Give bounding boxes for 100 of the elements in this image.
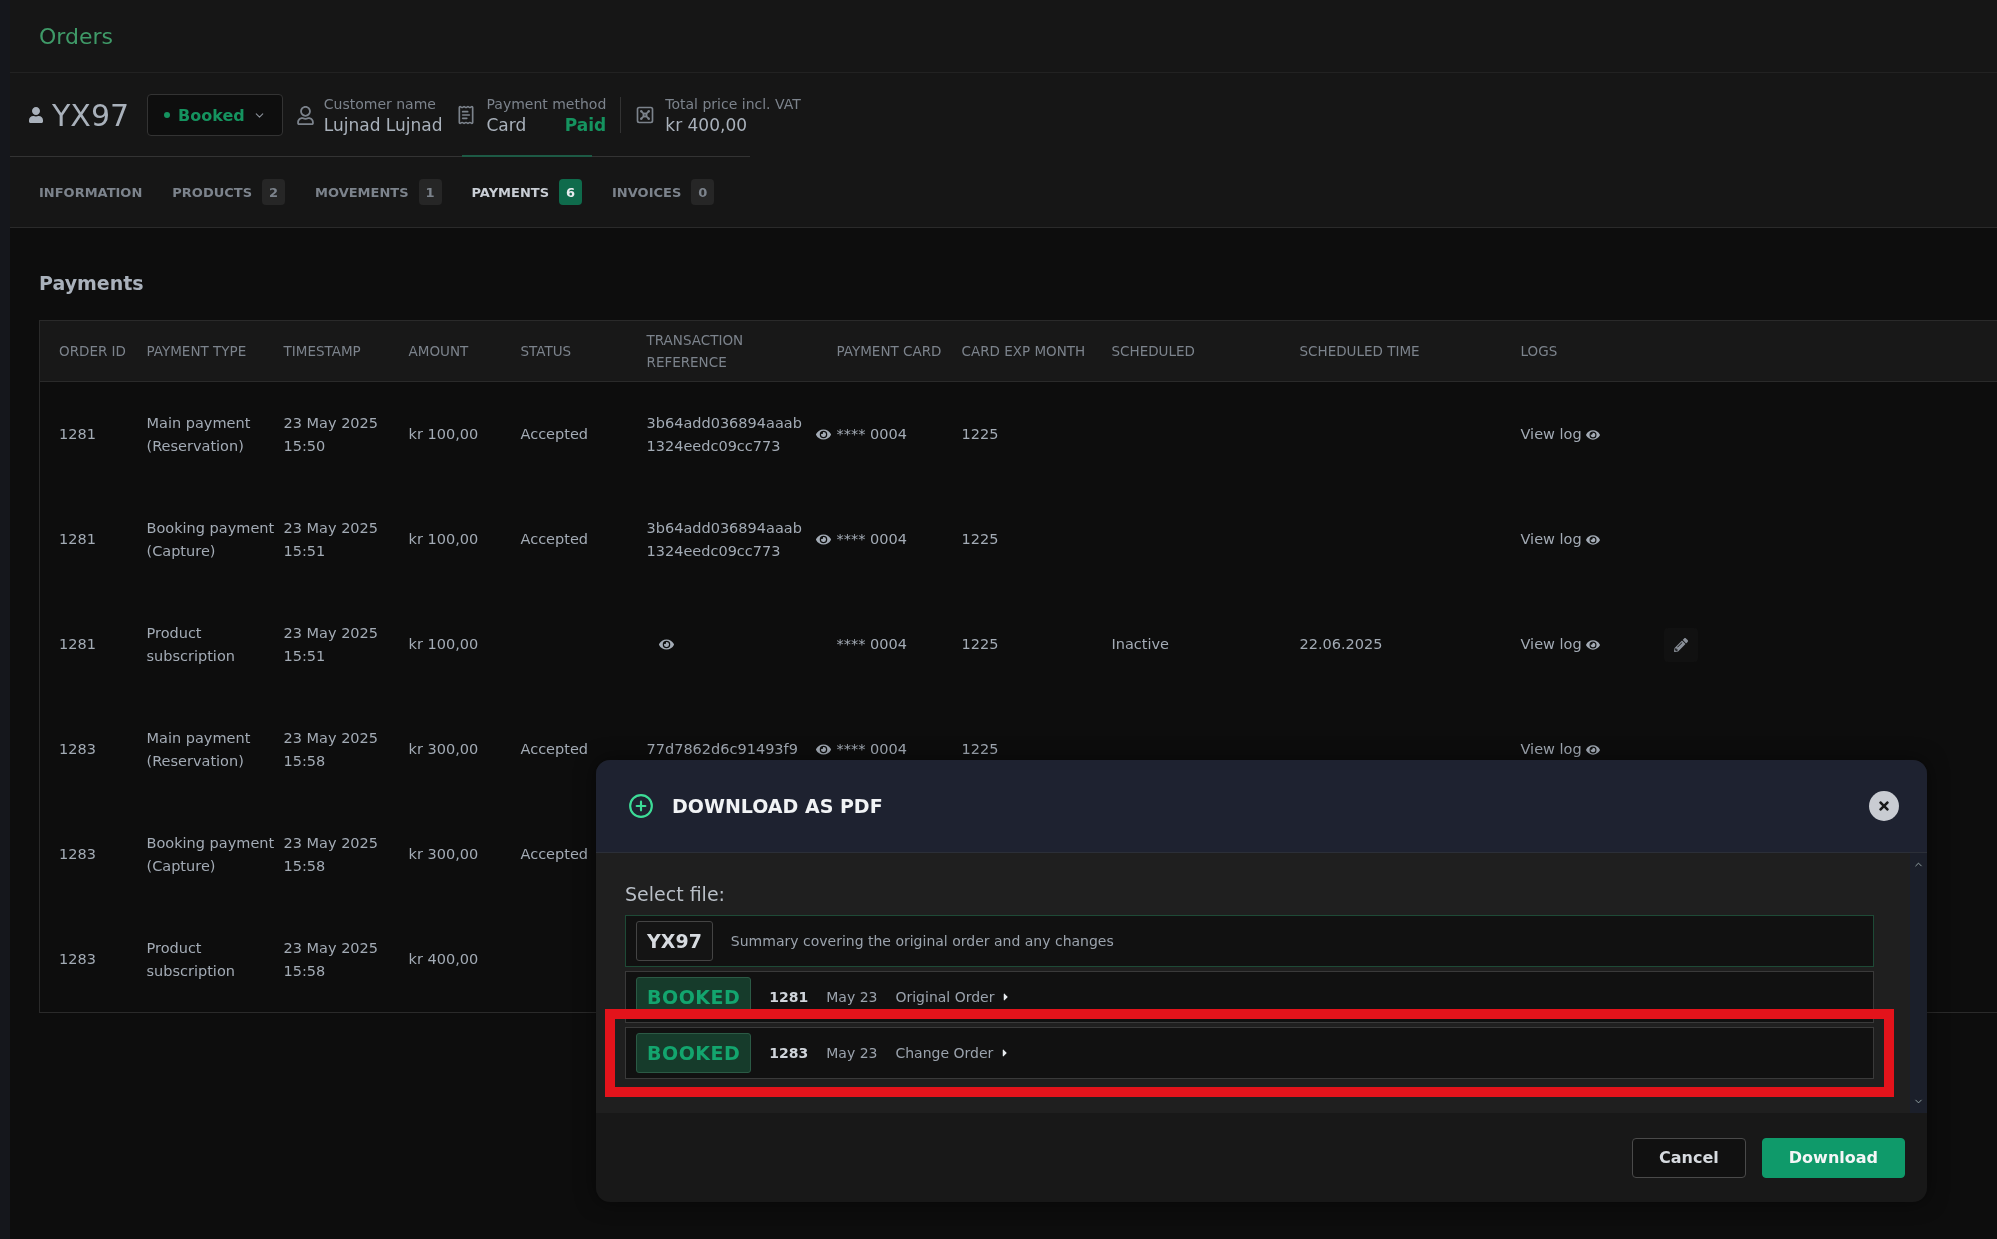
table-cell: 1281 — [59, 426, 96, 442]
table-cell-text: Main payment (Reservation) — [146, 413, 252, 456]
table-cell: Inactive — [1111, 636, 1170, 652]
column-header: AMOUNT — [408, 342, 469, 361]
column-header: TRANSACTION REFERENCE — [646, 331, 745, 372]
cancel-button[interactable]: Cancel — [1632, 1137, 1746, 1178]
table-cell-text: 23 May 2025 15:50 — [283, 413, 380, 456]
file-description: Change Order — [895, 1045, 994, 1061]
table-cell: Accepted — [520, 741, 589, 757]
table-cell: 1281 — [59, 531, 96, 547]
table-cell: 1283 — [59, 741, 96, 757]
edit-button[interactable] — [1663, 627, 1698, 662]
order-code-badge: YX97 — [636, 921, 713, 961]
field-label: Payment method — [486, 95, 607, 112]
count-badge: 6 — [559, 179, 583, 205]
table-cell: 1283 — [59, 846, 96, 862]
table-cell: 1283 — [59, 951, 96, 967]
table-cell-text: Booking payment (Capture) — [146, 518, 276, 561]
view-log-link[interactable]: View log — [1520, 633, 1600, 656]
eye-icon — [1585, 637, 1600, 652]
table-cell: **** 0004 — [836, 741, 907, 757]
file-description: Summary covering the original order and any changes — [730, 933, 1114, 949]
eye-icon — [1585, 532, 1600, 547]
table-cell: kr 100,00 — [408, 531, 479, 547]
receipt-icon — [456, 105, 477, 125]
table-cell-text: 3b64add036894aaab 1324eedc09cc773 — [646, 518, 803, 561]
order-date: May 23 — [826, 989, 878, 1005]
table-cell: kr 400,00 — [408, 951, 479, 967]
table-cell-text: 3b64add036894aaab 1324eedc09cc773 — [646, 413, 803, 456]
table-cell: Accepted — [520, 426, 589, 442]
section-title: Payments — [39, 272, 145, 294]
table-cell: kr 100,00 — [408, 426, 479, 442]
table-cell-text: 23 May 2025 15:58 — [283, 833, 380, 876]
close-button[interactable] — [1869, 791, 1899, 821]
table-cell: kr 100,00 — [408, 636, 479, 652]
table-cell: 1225 — [961, 636, 999, 652]
table-cell-text: 77d7862d6c91493f9 — [646, 740, 799, 759]
table-cell-text: 23 May 2025 15:51 — [283, 518, 380, 561]
column-header: SCHEDULED TIME — [1299, 342, 1420, 361]
table-cell: 1225 — [961, 531, 999, 547]
field-value: kr 400,00 — [665, 114, 749, 135]
column-header: PAYMENT TYPE — [146, 342, 247, 361]
column-header: TIMESTAMP — [283, 342, 361, 361]
count-badge: 0 — [691, 179, 715, 205]
table-cell: Accepted — [520, 531, 589, 547]
eye-icon[interactable] — [815, 427, 831, 442]
count-badge: 1 — [418, 179, 442, 205]
person-icon — [28, 107, 44, 123]
pencil-icon — [1673, 637, 1688, 652]
table-cell: 1225 — [961, 741, 999, 757]
close-icon — [1877, 799, 1891, 813]
table-cell-text: 23 May 2025 15:58 — [283, 728, 380, 771]
eye-icon[interactable] — [815, 532, 831, 547]
column-header: SCHEDULED — [1111, 342, 1195, 361]
table-cell: kr 300,00 — [408, 846, 479, 862]
table-cell-text: 23 May 2025 15:58 — [283, 938, 380, 981]
field-value: Card — [486, 114, 527, 135]
eye-icon[interactable] — [815, 742, 831, 757]
table-cell: kr 300,00 — [408, 741, 479, 757]
table-cell: **** 0004 — [836, 426, 907, 442]
view-log-link[interactable]: View log — [1520, 528, 1600, 551]
view-log-link[interactable]: View log — [1520, 423, 1600, 446]
plus-icon — [628, 793, 654, 819]
table-cell: 22.06.2025 — [1299, 636, 1383, 652]
file-description: Original Order — [895, 989, 995, 1005]
column-header: ORDER ID — [59, 342, 126, 361]
count-badge: 2 — [262, 179, 285, 205]
table-cell-text: 23 May 2025 15:51 — [283, 623, 380, 666]
order-number: 1283 — [769, 1045, 809, 1061]
table-cell-text: Product subscription — [146, 938, 236, 981]
field-label: Customer name — [323, 95, 437, 112]
tab[interactable]: INFORMATION — [39, 157, 143, 227]
tab[interactable]: INVOICES 0 — [612, 157, 715, 227]
eye-icon[interactable] — [658, 637, 674, 652]
table-cell-text: Main payment (Reservation) — [146, 728, 252, 771]
column-header: CARD EXP MONTH — [961, 342, 1086, 361]
table-cell: 1225 — [961, 426, 999, 442]
order-date: May 23 — [826, 1045, 878, 1061]
table-cell: 1281 — [59, 636, 96, 652]
prompt-label: Select file: — [625, 883, 726, 905]
field-value: Lujnad Lujnad — [323, 114, 443, 135]
safe-icon — [635, 105, 656, 125]
page-title: Orders — [39, 23, 113, 49]
order-code: YX97 — [52, 97, 130, 133]
order-number: 1281 — [769, 989, 809, 1005]
table-cell-text: Booking payment (Capture) — [146, 833, 276, 876]
column-header: STATUS — [520, 342, 572, 361]
table-cell-text: Product subscription — [146, 623, 236, 666]
tab[interactable]: PRODUCTS 2 — [172, 157, 285, 227]
table-cell: **** 0004 — [836, 531, 907, 547]
status-dropdown[interactable]: Booked — [147, 94, 283, 136]
eye-icon — [1585, 427, 1600, 442]
file-option[interactable]: BOOKED 1283 May 23 Change Order — [625, 1027, 1874, 1079]
tab[interactable]: MOVEMENTS 1 — [315, 157, 442, 227]
table-cell: Accepted — [520, 846, 589, 862]
table-cell: **** 0004 — [836, 636, 907, 652]
field-label: Total price incl. VAT — [665, 95, 801, 112]
view-log-link[interactable]: View log — [1520, 738, 1600, 761]
dialog-title: DOWNLOAD AS PDF — [672, 795, 884, 817]
user-icon — [296, 105, 314, 125]
